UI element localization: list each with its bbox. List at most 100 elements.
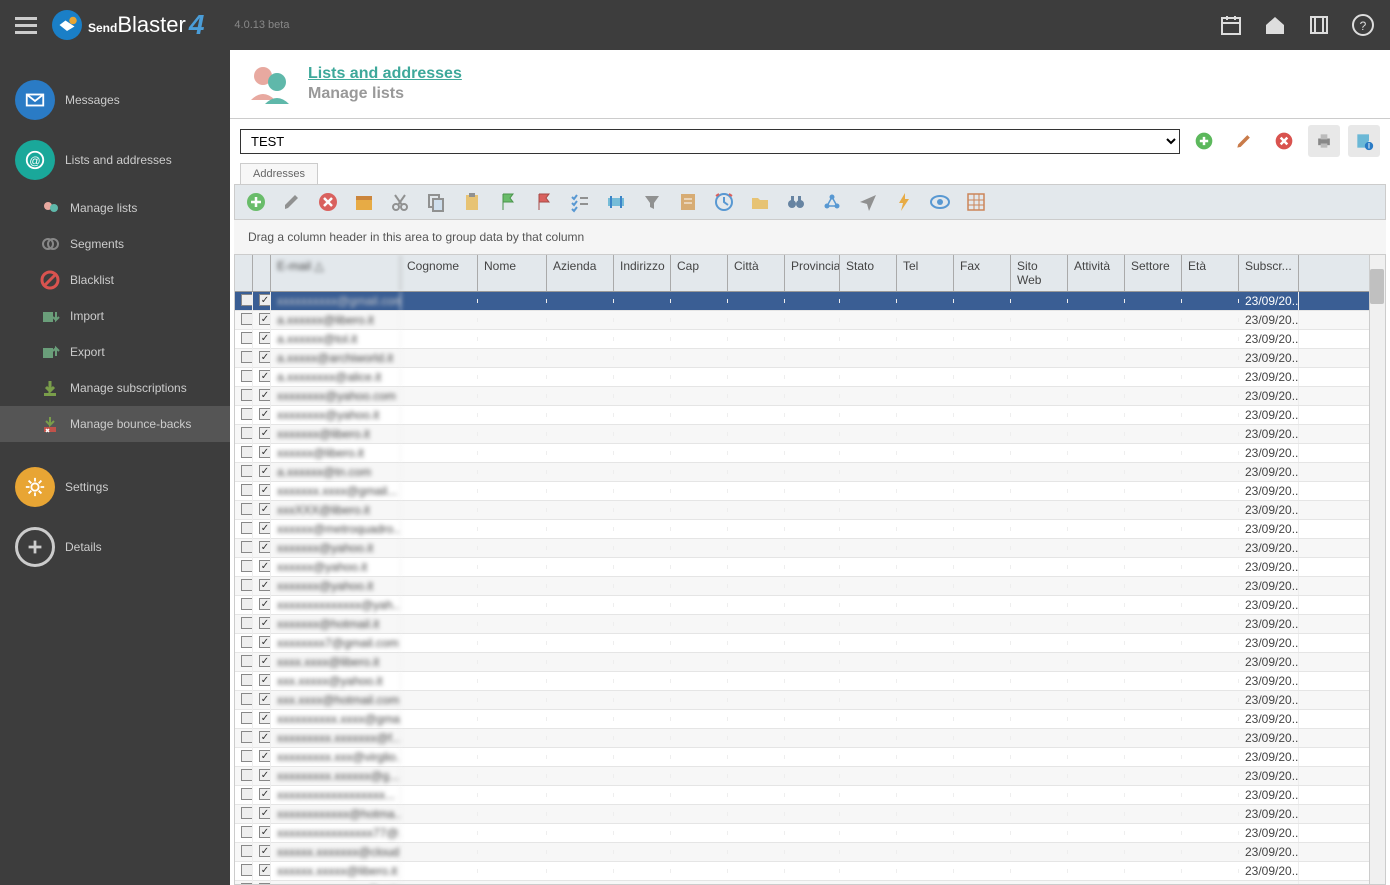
table-row[interactable]: xxxxxxxxx.xxxxxx@g...23/09/20... <box>235 767 1385 786</box>
row-status-checkbox[interactable] <box>241 484 253 496</box>
list-info-button[interactable]: i <box>1348 125 1380 157</box>
tool-bolt-icon[interactable] <box>893 191 915 213</box>
row-status-checkbox[interactable] <box>241 731 253 743</box>
row-select-checkbox[interactable] <box>259 731 271 743</box>
row-status-checkbox[interactable] <box>241 313 253 325</box>
row-select-checkbox[interactable] <box>259 636 271 648</box>
row-select-checkbox[interactable] <box>259 446 271 458</box>
table-row[interactable]: xxxxxxxxxxxx@hotma...23/09/20... <box>235 805 1385 824</box>
column-header[interactable]: Cap <box>671 255 728 291</box>
row-status-checkbox[interactable] <box>241 598 253 610</box>
row-select-checkbox[interactable] <box>259 313 271 325</box>
table-row[interactable]: xxxxxxxxxx.xxxx@gma...23/09/20... <box>235 710 1385 729</box>
row-select-checkbox[interactable] <box>259 427 271 439</box>
row-status-checkbox[interactable] <box>241 655 253 667</box>
row-select-checkbox[interactable] <box>259 579 271 591</box>
sidebar-item-manage-subscriptions[interactable]: Manage subscriptions <box>0 370 230 406</box>
list-print-button[interactable] <box>1308 125 1340 157</box>
row-select-checkbox[interactable] <box>259 788 271 800</box>
row-status-checkbox[interactable] <box>241 503 253 515</box>
sidebar-item-export[interactable]: Export <box>0 334 230 370</box>
nav-settings[interactable]: Settings <box>0 457 230 517</box>
row-status-checkbox[interactable] <box>241 750 253 762</box>
row-status-checkbox[interactable] <box>241 693 253 705</box>
tool-grid-icon[interactable] <box>965 191 987 213</box>
tool-flag-red-icon[interactable] <box>533 191 555 213</box>
nav-details[interactable]: Details <box>0 517 230 577</box>
table-row[interactable]: xxxxxxx@yahoo.it23/09/20... <box>235 539 1385 558</box>
tool-filter-icon[interactable] <box>641 191 663 213</box>
tool-check-list-icon[interactable] <box>569 191 591 213</box>
table-row[interactable]: a.xxxxx@archiworld.it23/09/20... <box>235 349 1385 368</box>
vertical-scrollbar[interactable] <box>1369 255 1385 884</box>
table-row[interactable]: xxx.xxxxx@yahoo.it23/09/20... <box>235 672 1385 691</box>
table-row[interactable]: xxxxxxxxx.xxxxxxx@f...23/09/20... <box>235 729 1385 748</box>
row-status-checkbox[interactable] <box>241 845 253 857</box>
row-select-checkbox[interactable] <box>259 712 271 724</box>
row-select-checkbox[interactable] <box>259 541 271 553</box>
table-row[interactable]: xxxxxxx@libero.it23/09/20... <box>235 425 1385 444</box>
nav-messages[interactable]: Messages <box>0 70 230 130</box>
column-header[interactable]: Città <box>728 255 785 291</box>
row-status-checkbox[interactable] <box>241 788 253 800</box>
row-select-checkbox[interactable] <box>259 351 271 363</box>
row-select-checkbox[interactable] <box>259 370 271 382</box>
table-row[interactable]: xxxx.xxxx@libero.it23/09/20... <box>235 653 1385 672</box>
column-header[interactable]: Settore <box>1125 255 1182 291</box>
row-status-checkbox[interactable] <box>241 389 253 401</box>
row-status-checkbox[interactable] <box>241 674 253 686</box>
table-row[interactable]: a.xxxxxx@tol.it23/09/20... <box>235 330 1385 349</box>
row-status-checkbox[interactable] <box>241 351 253 363</box>
calendar-icon[interactable] <box>1219 13 1243 37</box>
row-select-checkbox[interactable] <box>259 655 271 667</box>
row-status-checkbox[interactable] <box>241 370 253 382</box>
row-select-checkbox[interactable] <box>259 560 271 572</box>
tab-addresses[interactable]: Addresses <box>240 163 318 184</box>
column-header[interactable]: Azienda <box>547 255 614 291</box>
table-row[interactable]: xxxxxx.xxxxx@libero.it23/09/20... <box>235 862 1385 881</box>
table-row[interactable]: xxxxxxxxxxxxxxxxxx...23/09/20... <box>235 786 1385 805</box>
table-row[interactable]: a.xxxxxxxx@alice.it23/09/20... <box>235 368 1385 387</box>
row-select-checkbox[interactable] <box>259 408 271 420</box>
row-status-checkbox[interactable] <box>241 427 253 439</box>
column-header[interactable]: Nome <box>478 255 547 291</box>
column-header[interactable]: Subscr... <box>1239 255 1299 291</box>
sidebar-item-blacklist[interactable]: Blacklist <box>0 262 230 298</box>
nav-lists[interactable]: @ Lists and addresses <box>0 130 230 190</box>
list-edit-button[interactable] <box>1228 125 1260 157</box>
sidebar-item-manage-bounce-backs[interactable]: Manage bounce-backs <box>0 406 230 442</box>
tool-copy-icon[interactable] <box>425 191 447 213</box>
list-delete-button[interactable] <box>1268 125 1300 157</box>
table-row[interactable]: xxxxxxxxxxxxxxx@yah...23/09/20... <box>235 881 1385 885</box>
row-status-checkbox[interactable] <box>241 408 253 420</box>
tool-share-icon[interactable] <box>821 191 843 213</box>
table-row[interactable]: xxxxxxxxx.xxx@virglio...23/09/20... <box>235 748 1385 767</box>
tool-clock-icon[interactable] <box>713 191 735 213</box>
row-select-checkbox[interactable] <box>259 769 271 781</box>
sidebar-item-import[interactable]: Import <box>0 298 230 334</box>
table-row[interactable]: xxxxxxxx7@gmail.com23/09/20... <box>235 634 1385 653</box>
table-row[interactable]: xxxxxxx.xxxx@gmail...23/09/20... <box>235 482 1385 501</box>
tool-cut-icon[interactable] <box>389 191 411 213</box>
column-header[interactable]: Cognome <box>401 255 478 291</box>
tool-plane-icon[interactable] <box>857 191 879 213</box>
table-row[interactable]: xxxxxx@metroquadro...23/09/20... <box>235 520 1385 539</box>
table-row[interactable]: xxxxxx.xxxxxxx@cloud...23/09/20... <box>235 843 1385 862</box>
tool-flag-green-icon[interactable] <box>497 191 519 213</box>
table-row[interactable]: xxxxxxxxxxxxxxxx77@...23/09/20... <box>235 824 1385 843</box>
table-row[interactable]: xxx.xxxx@hotmail.com23/09/20... <box>235 691 1385 710</box>
table-row[interactable]: xxxxxxx@yahoo.it23/09/20... <box>235 577 1385 596</box>
row-select-checkbox[interactable] <box>259 826 271 838</box>
row-status-checkbox[interactable] <box>241 617 253 629</box>
row-status-checkbox[interactable] <box>241 332 253 344</box>
tool-binoculars-icon[interactable] <box>785 191 807 213</box>
column-header[interactable]: Stato <box>840 255 897 291</box>
home-icon[interactable] <box>1263 13 1287 37</box>
row-select-checkbox[interactable] <box>259 674 271 686</box>
row-status-checkbox[interactable] <box>241 636 253 648</box>
row-status-checkbox[interactable] <box>241 864 253 876</box>
help-icon[interactable]: ? <box>1351 13 1375 37</box>
row-select-checkbox[interactable] <box>259 693 271 705</box>
row-status-checkbox[interactable] <box>241 826 253 838</box>
table-row[interactable]: xxxxxxxxxxxxxx@yah...23/09/20... <box>235 596 1385 615</box>
